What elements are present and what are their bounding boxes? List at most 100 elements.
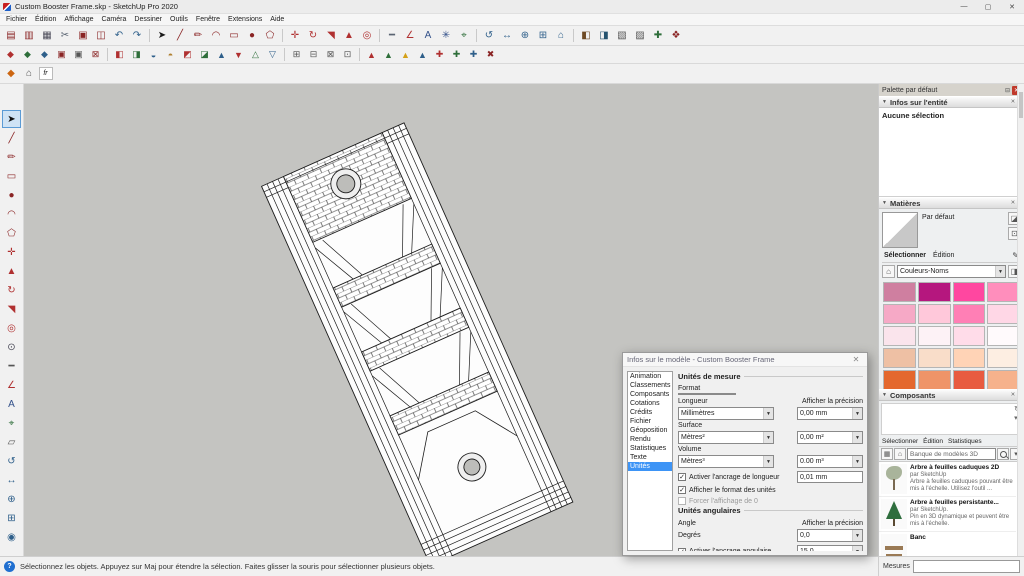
help-icon[interactable]: ?: [4, 561, 15, 572]
toolbar-icon[interactable]: ▲: [398, 47, 414, 63]
pin-icon[interactable]: ⊟: [1005, 87, 1010, 94]
color-swatch[interactable]: [883, 370, 916, 389]
components-header[interactable]: ▼ Composants ✕▴: [879, 389, 1024, 401]
color-swatch[interactable]: [987, 304, 1020, 324]
toolbar-icon[interactable]: fr: [39, 67, 53, 80]
toolbar-icon[interactable]: ⊡: [340, 47, 356, 63]
color-swatch[interactable]: [918, 304, 951, 324]
toolbar-icon[interactable]: ✚: [650, 28, 667, 44]
color-swatch[interactable]: [883, 348, 916, 368]
toolbar-icon[interactable]: [476, 29, 477, 42]
length-precision-select[interactable]: 0,00 mm▼: [797, 407, 863, 420]
tool-icon[interactable]: ↔: [2, 471, 21, 489]
display-units-format-checkbox[interactable]: [678, 486, 686, 494]
collections-icon[interactable]: ▦: [881, 448, 893, 460]
toolbar-icon[interactable]: ✂: [57, 28, 74, 44]
toolbar-icon[interactable]: ◨: [129, 47, 145, 63]
toolbar-icon[interactable]: ●: [244, 28, 261, 44]
tab-materials-select[interactable]: Sélectionner: [884, 252, 926, 259]
color-swatch[interactable]: [883, 304, 916, 324]
tool-icon[interactable]: ╱: [2, 129, 21, 147]
dialog-category-item[interactable]: Classements: [628, 381, 672, 390]
color-swatch[interactable]: [883, 282, 916, 302]
component-list-item[interactable]: Arbre à feuilles persistante... par Sket…: [879, 497, 1016, 532]
toolbar-icon[interactable]: ∠: [402, 28, 419, 44]
toolbar-icon[interactable]: [379, 29, 380, 42]
toolbar-icon[interactable]: ➤: [154, 28, 171, 44]
tab-components-select[interactable]: Sélectionner: [882, 438, 918, 445]
toolbar-icon[interactable]: ▲: [415, 47, 431, 63]
toolbar-icon[interactable]: ❖: [668, 28, 685, 44]
color-swatch[interactable]: [987, 282, 1020, 302]
menu-item[interactable]: Caméra: [97, 16, 130, 23]
toolbar-icon[interactable]: ◥: [323, 28, 340, 44]
toolbar-icon[interactable]: ▽: [265, 47, 281, 63]
toolbar-icon[interactable]: ▣: [75, 28, 92, 44]
toolbar-icon[interactable]: ◫: [93, 28, 110, 44]
toolbar-icon[interactable]: ◠: [208, 28, 225, 44]
toolbar-icon[interactable]: ◒: [146, 47, 162, 63]
dialog-category-item[interactable]: Crédits: [628, 408, 672, 417]
toolbar-icon[interactable]: ◆: [3, 66, 20, 82]
color-swatch[interactable]: [918, 348, 951, 368]
toolbar-icon[interactable]: ◪: [197, 47, 213, 63]
toolbar-icon[interactable]: ▣: [54, 47, 70, 63]
length-snapping-checkbox[interactable]: [678, 473, 686, 481]
toolbar-icon[interactable]: ◎: [359, 28, 376, 44]
format-select[interactable]: Décimal▼: [678, 393, 736, 395]
volume-unit-select[interactable]: Mètres³▼: [678, 455, 774, 468]
toolbar-icon[interactable]: ◓: [163, 47, 179, 63]
tool-icon[interactable]: ◥: [2, 300, 21, 318]
color-swatch[interactable]: [953, 282, 986, 302]
tool-icon[interactable]: ━: [2, 357, 21, 375]
home-icon[interactable]: ⌂: [882, 265, 895, 278]
toolbar-icon[interactable]: ✛: [287, 28, 304, 44]
toolbar-icon[interactable]: ✖: [483, 47, 499, 63]
material-preview-thumbnail[interactable]: [882, 212, 918, 248]
length-unit-select[interactable]: Millimètres▼: [678, 407, 774, 420]
component-search-input[interactable]: [907, 448, 996, 460]
toolbar-icon[interactable]: ▲: [214, 47, 230, 63]
tool-icon[interactable]: ✛: [2, 243, 21, 261]
toolbar-icon[interactable]: [282, 29, 283, 42]
tool-icon[interactable]: ⊙: [2, 338, 21, 356]
menu-item[interactable]: Dessiner: [130, 16, 166, 23]
toolbar-icon[interactable]: A: [420, 28, 437, 44]
tab-components-stats[interactable]: Statistiques: [948, 438, 982, 445]
toolbar-icon[interactable]: ◆: [3, 47, 19, 63]
close-button[interactable]: ✕: [1000, 0, 1024, 13]
volume-precision-select[interactable]: 0.00 m³▼: [797, 455, 863, 468]
surface-unit-select[interactable]: Mètres²▼: [678, 431, 774, 444]
section-close-icon[interactable]: ✕: [1011, 99, 1016, 105]
toolbar-icon[interactable]: [284, 48, 285, 61]
toolbar-icon[interactable]: ⌖: [456, 28, 473, 44]
dialog-category-item[interactable]: Unités: [628, 462, 672, 471]
toolbar-icon[interactable]: ◧: [578, 28, 595, 44]
menu-item[interactable]: Outils: [166, 16, 192, 23]
tool-icon[interactable]: ⊞: [2, 509, 21, 527]
toolbar-icon[interactable]: ▲: [364, 47, 380, 63]
toolbar-icon[interactable]: ⬠: [262, 28, 279, 44]
menu-item[interactable]: Aide: [266, 16, 288, 23]
toolbar-icon[interactable]: ▣: [71, 47, 87, 63]
color-swatch[interactable]: [953, 326, 986, 346]
toolbar-icon[interactable]: [149, 29, 150, 42]
section-close-icon[interactable]: ✕: [1011, 392, 1016, 398]
toolbar-icon[interactable]: △: [248, 47, 264, 63]
tab-components-edit[interactable]: Édition: [923, 438, 943, 445]
color-swatch[interactable]: [987, 326, 1020, 346]
tool-icon[interactable]: ◉: [2, 528, 21, 546]
toolbar-icon[interactable]: ▼: [231, 47, 247, 63]
tool-icon[interactable]: ∠: [2, 376, 21, 394]
color-swatch[interactable]: [918, 370, 951, 389]
menu-item[interactable]: Extensions: [224, 16, 266, 23]
color-swatch[interactable]: [987, 348, 1020, 368]
dialog-category-item[interactable]: Statistiques: [628, 444, 672, 453]
dialog-category-item[interactable]: Rendu: [628, 435, 672, 444]
tool-icon[interactable]: ⬠: [2, 224, 21, 242]
tool-icon[interactable]: ◎: [2, 319, 21, 337]
toolbar-icon[interactable]: ▤: [3, 28, 20, 44]
tool-icon[interactable]: ●: [2, 186, 21, 204]
tool-icon[interactable]: ⊕: [2, 490, 21, 508]
dialog-category-item[interactable]: Fichier: [628, 417, 672, 426]
